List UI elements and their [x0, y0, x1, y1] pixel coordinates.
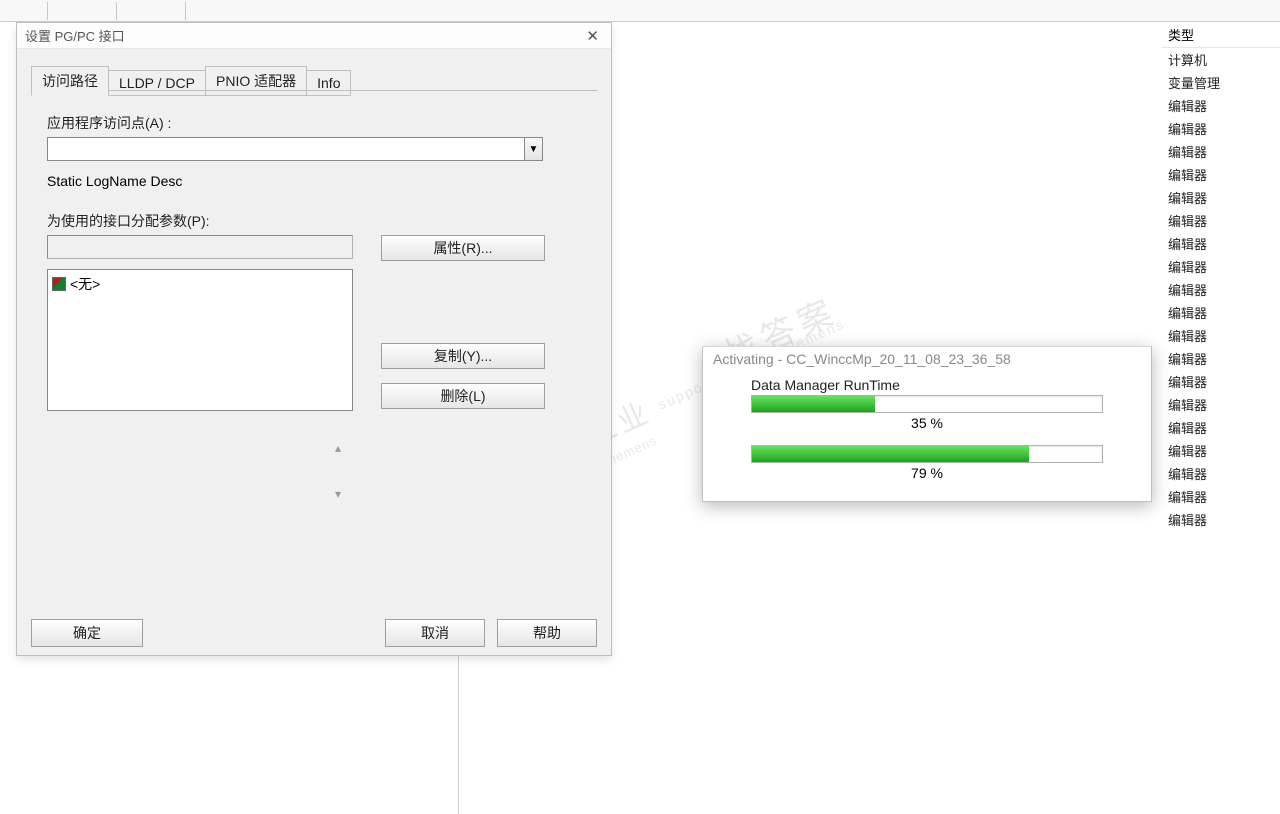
toolbar-button[interactable]	[142, 2, 160, 20]
access-point-value[interactable]	[48, 138, 524, 160]
type-row[interactable]: 变量管理	[1162, 71, 1280, 94]
type-row[interactable]: 编辑器	[1162, 416, 1280, 439]
progress-bar-2	[751, 445, 1103, 463]
app-toolbar	[0, 0, 1280, 22]
type-row[interactable]: 编辑器	[1162, 117, 1280, 140]
help-button[interactable]: 帮助	[497, 619, 597, 647]
type-row[interactable]: 编辑器	[1162, 140, 1280, 163]
type-row[interactable]: 编辑器	[1162, 324, 1280, 347]
type-column: 类型 计算机 变量管理 编辑器 编辑器 编辑器 编辑器 编辑器 编辑器 编辑器 …	[1162, 22, 1280, 531]
type-row[interactable]: 编辑器	[1162, 186, 1280, 209]
type-row[interactable]: 编辑器	[1162, 370, 1280, 393]
dialog-title: 设置 PG/PC 接口	[25, 26, 125, 45]
dialog-footer: 确定 取消 帮助	[17, 611, 611, 655]
toolbar-button[interactable]	[191, 2, 209, 20]
type-row[interactable]: 编辑器	[1162, 485, 1280, 508]
type-row[interactable]: 编辑器	[1162, 209, 1280, 232]
close-icon[interactable]: ✕	[582, 27, 603, 45]
type-row[interactable]: 编辑器	[1162, 278, 1280, 301]
activating-progress-window: Activating - CC_WinccMp_20_11_08_23_36_5…	[702, 346, 1152, 502]
progress-bar-1	[751, 395, 1103, 413]
toolbar-button[interactable]	[211, 2, 229, 20]
toolbar-button[interactable]	[4, 2, 22, 20]
type-row[interactable]: 编辑器	[1162, 163, 1280, 186]
progress-pct-2: 79 %	[703, 465, 1151, 481]
toolbar-button[interactable]	[122, 2, 140, 20]
tab-access-path[interactable]: 访问路径	[31, 66, 109, 96]
spin-down-icon[interactable]: ▾	[335, 487, 353, 501]
pgpc-settings-dialog: 设置 PG/PC 接口 ✕ 访问路径 LLDP / DCP PNIO 适配器 I…	[16, 22, 612, 656]
tab-lldp-dcp[interactable]: LLDP / DCP	[108, 70, 206, 96]
access-point-combo[interactable]: ▼	[47, 137, 543, 161]
type-row[interactable]: 编辑器	[1162, 232, 1280, 255]
tab-info[interactable]: Info	[306, 70, 351, 96]
type-column-header: 类型	[1162, 22, 1280, 48]
toolbar-button[interactable]	[162, 2, 180, 20]
type-row[interactable]: 编辑器	[1162, 301, 1280, 324]
toolbar-button[interactable]	[24, 2, 42, 20]
dialog-titlebar[interactable]: 设置 PG/PC 接口 ✕	[17, 23, 611, 49]
toolbar-button[interactable]	[231, 2, 249, 20]
list-item[interactable]: <无>	[52, 274, 348, 294]
dialog-body: 应用程序访问点(A) : ▼ Static LogName Desc 为使用的接…	[17, 95, 611, 419]
dialog-tabstrip: 访问路径 LLDP / DCP PNIO 适配器 Info	[17, 49, 611, 95]
type-row[interactable]: 编辑器	[1162, 347, 1280, 370]
list-spin-buttons: ▴ ▾	[335, 441, 353, 501]
delete-button[interactable]: 删除(L)	[381, 383, 545, 409]
interface-listbox[interactable]: <无>	[47, 269, 353, 411]
ok-button[interactable]: 确定	[31, 619, 143, 647]
toolbar-button[interactable]	[73, 2, 91, 20]
dropdown-icon[interactable]: ▼	[524, 138, 542, 160]
properties-button[interactable]: 属性(R)...	[381, 235, 545, 261]
cancel-button[interactable]: 取消	[385, 619, 485, 647]
toolbar-button[interactable]	[93, 2, 111, 20]
type-row[interactable]: 编辑器	[1162, 508, 1280, 531]
toolbar-button[interactable]	[53, 2, 71, 20]
param-value-box[interactable]	[47, 235, 353, 259]
type-row[interactable]: 计算机	[1162, 48, 1280, 71]
interface-icon	[52, 277, 66, 291]
progress-pct-1: 35 %	[703, 415, 1151, 431]
tab-pnio-adapter[interactable]: PNIO 适配器	[205, 66, 307, 96]
type-row[interactable]: 编辑器	[1162, 255, 1280, 278]
progress-window-title: Activating - CC_WinccMp_20_11_08_23_36_5…	[703, 347, 1151, 377]
access-point-label: 应用程序访问点(A) :	[47, 113, 591, 133]
type-row[interactable]: 编辑器	[1162, 439, 1280, 462]
spin-up-icon[interactable]: ▴	[335, 441, 353, 455]
list-item-label: <无>	[70, 274, 100, 294]
progress-task-label: Data Manager RunTime	[703, 377, 1151, 393]
param-label: 为使用的接口分配参数(P):	[47, 211, 591, 231]
type-row[interactable]: 编辑器	[1162, 393, 1280, 416]
progress-bar-2-fill	[752, 446, 1029, 462]
type-row[interactable]: 编辑器	[1162, 94, 1280, 117]
type-row[interactable]: 编辑器	[1162, 462, 1280, 485]
static-logname-desc: Static LogName Desc	[47, 173, 591, 189]
progress-bar-1-fill	[752, 396, 875, 412]
copy-button[interactable]: 复制(Y)...	[381, 343, 545, 369]
